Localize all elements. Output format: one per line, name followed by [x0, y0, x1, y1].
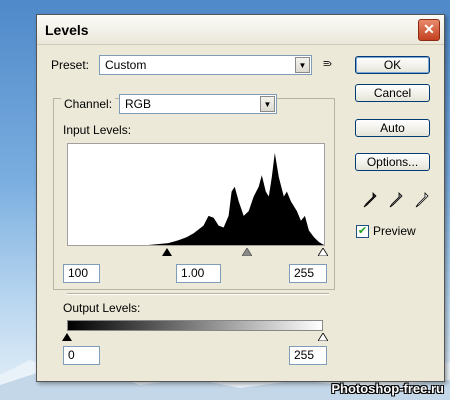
histogram-chart	[68, 152, 324, 245]
channel-dropdown[interactable]: RGB ▼	[119, 94, 277, 114]
input-black-slider[interactable]	[162, 248, 172, 256]
input-white-slider[interactable]	[318, 248, 328, 256]
input-gamma-slider[interactable]	[242, 248, 252, 256]
divider	[67, 293, 329, 295]
watermark: Photoshop-free.ru	[331, 381, 444, 396]
close-button[interactable]: ✕	[418, 18, 440, 41]
chevron-down-icon: ▼	[295, 57, 310, 73]
gray-eyedropper-icon[interactable]	[389, 192, 403, 208]
preview-checkbox[interactable]: ✔	[356, 225, 369, 238]
ok-button[interactable]: OK	[355, 56, 430, 74]
black-eyedropper-icon[interactable]	[363, 192, 377, 208]
auto-button[interactable]: Auto	[355, 119, 430, 137]
preset-dropdown[interactable]: Custom ▼	[99, 55, 312, 75]
preset-label: Preset:	[51, 58, 90, 72]
chevron-down-icon: ▼	[260, 96, 275, 112]
channel-label: Channel:	[61, 97, 116, 111]
close-icon: ✕	[423, 20, 435, 37]
output-levels-label: Output Levels:	[63, 301, 141, 315]
input-black-field[interactable]: 100	[63, 264, 100, 283]
output-white-slider[interactable]	[318, 333, 328, 341]
input-white-field[interactable]: 255	[289, 264, 327, 283]
preset-options-icon[interactable]: ≡›	[323, 58, 332, 70]
output-black-field[interactable]: 0	[63, 346, 100, 365]
input-levels-label: Input Levels:	[63, 123, 132, 137]
title-bar: Levels ✕	[37, 15, 444, 45]
channel-value: RGB	[125, 97, 152, 111]
histogram-area	[68, 152, 324, 245]
output-white-field[interactable]: 255	[289, 346, 327, 365]
output-gradient-bar	[67, 320, 323, 331]
histogram	[67, 143, 325, 246]
checkmark-icon: ✔	[357, 225, 368, 237]
levels-dialog: Levels ✕ Preset: Custom ▼ ≡› OK Cancel A…	[36, 14, 445, 382]
dialog-title: Levels	[45, 21, 89, 38]
preview-label: Preview	[373, 224, 416, 238]
cancel-button[interactable]: Cancel	[355, 84, 430, 102]
preset-value: Custom	[105, 58, 147, 72]
white-eyedropper-icon[interactable]	[415, 192, 429, 208]
options-button[interactable]: Options...	[355, 153, 430, 171]
output-black-slider[interactable]	[62, 333, 72, 341]
input-gamma-field[interactable]: 1.00	[176, 264, 221, 283]
